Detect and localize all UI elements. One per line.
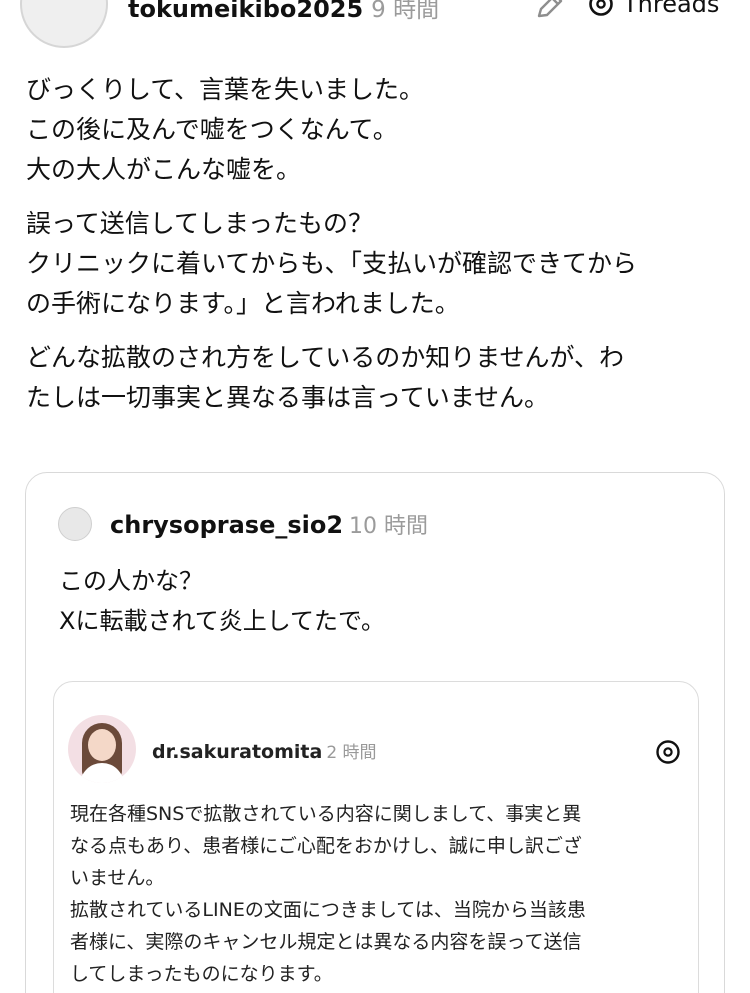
post-line: びっくりして、言葉を失いました。	[26, 75, 425, 104]
threads-icon	[589, 0, 613, 16]
post-paragraph: びっくりして、言葉を失いました。 この後に及んで嘘をつくなんて。 大の大人がこん…	[26, 70, 726, 190]
quoted-line: この人かな？	[59, 567, 203, 595]
threads-label: Threads	[623, 0, 720, 18]
post-author-name: tokumeikibo2025	[128, 0, 364, 23]
post-paragraph: 誤って送信してしまったもの？ クリニックに着いてからも、「支払いが確認できてから…	[26, 204, 726, 324]
quoted-author-name: chrysoprase_sio2	[110, 511, 344, 539]
embedded-author-name: dr.sakuratomita	[152, 741, 323, 763]
post-line: クリニックに着いてからも、「支払いが確認できてから	[26, 249, 638, 278]
post-line: 誤って送信してしまったもの？	[26, 209, 374, 238]
post-line: の手術になります。」と言われました。	[26, 289, 460, 318]
post-line: たしは一切事実と異なる事は言っていません。	[26, 383, 550, 412]
threads-link[interactable]: Threads	[587, 0, 719, 18]
quoted-time: 10 時間	[349, 514, 429, 539]
threads-icon	[656, 740, 680, 764]
quoted-avatar[interactable]	[58, 507, 92, 541]
post-author[interactable]: tokumeikibo2025 9 時間	[128, 0, 439, 24]
embedded-text: 現在各種SNSで拡散されている内容に関しまして、事実と異 なる点もあり、患者様に…	[70, 798, 586, 990]
post-body: びっくりして、言葉を失いました。 この後に及んで嘘をつくなんて。 大の大人がこん…	[26, 70, 726, 432]
avatar[interactable]	[20, 0, 108, 48]
embedded-author[interactable]: dr.sakuratomita 2 時間	[152, 738, 377, 763]
post-line: この後に及んで嘘をつくなんて。	[26, 115, 398, 144]
embedded-line: してしまったものになります。	[70, 963, 333, 985]
quoted-line: Xに転載されて炎上してたで。	[59, 607, 386, 635]
post-paragraph: どんな拡散のされ方をしているのか知りませんが、わ たしは一切事実と異なる事は言っ…	[26, 338, 726, 418]
embedded-line: 現在各種SNSで拡散されている内容に関しまして、事実と異	[70, 803, 582, 825]
quoted-text: この人かな？ Xに転載されて炎上してたで。	[59, 561, 385, 641]
embedded-line: なる点もあり、患者様にご心配をおかけし、誠に申し訳ござ	[70, 835, 582, 857]
post-line: どんな拡散のされ方をしているのか知りませんが、わ	[26, 343, 625, 372]
embedded-avatar[interactable]	[68, 715, 136, 783]
quoted-post-card[interactable]: chrysoprase_sio2 10 時間 この人かな？ Xに転載されて炎上して…	[25, 472, 725, 993]
embedded-line: 拡散されているLINEの文面につきましては、当院から当該患	[70, 899, 586, 921]
embedded-line: いません。	[70, 867, 165, 889]
embedded-time: 2 時間	[326, 743, 377, 763]
post-line: 大の大人がこんな嘘を。	[26, 155, 302, 184]
edit-icon[interactable]	[533, 0, 567, 22]
post-time: 9 時間	[371, 0, 440, 23]
embedded-post-card[interactable]: dr.sakuratomita 2 時間 現在各種SNSで拡散されている内容に関し…	[53, 681, 699, 993]
quoted-author[interactable]: chrysoprase_sio2 10 時間	[110, 508, 428, 540]
embedded-line: 者様に、実際のキャンセル規定とは異なる内容を誤って送信	[70, 931, 582, 953]
